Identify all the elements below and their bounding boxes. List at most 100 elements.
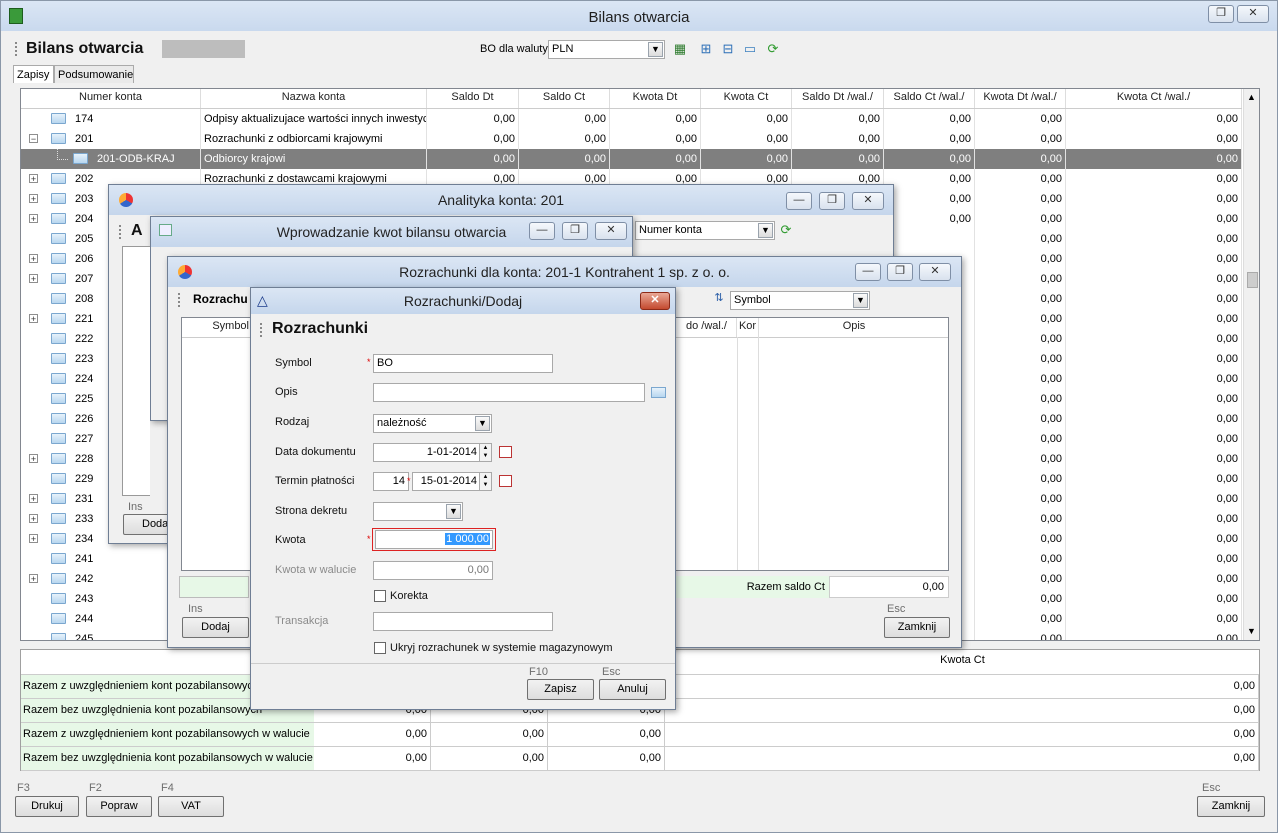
dialog-close-button[interactable]: ✕	[640, 292, 670, 310]
date-spinner[interactable]: ▲ ▼	[479, 473, 491, 490]
col-saldo-dt[interactable]: Saldo Dt	[427, 89, 519, 108]
scroll-up-icon[interactable]: ▲	[1247, 92, 1256, 102]
toolbar-grip[interactable]	[15, 42, 19, 56]
strona-dekretu-select[interactable]: ▼	[373, 502, 463, 521]
col-nazwa-konta[interactable]: Nazwa konta	[201, 89, 427, 108]
refresh-icon[interactable]: ⟳	[778, 222, 794, 238]
minimize-button[interactable]: —	[855, 263, 881, 281]
col-kwota-dt-wal[interactable]: Kwota Dt /wal./	[975, 89, 1066, 108]
expand-icon[interactable]: +	[29, 274, 38, 284]
print-button[interactable]: Drukuj	[15, 796, 79, 817]
refresh-icon[interactable]: ⟳	[765, 41, 781, 57]
col-numer-konta[interactable]: Numer konta	[21, 89, 201, 108]
col-saldo-wal[interactable]: do /wal./	[677, 318, 737, 337]
col-saldo-ct-wal[interactable]: Saldo Ct /wal./	[884, 89, 975, 108]
expand-icon[interactable]: +	[29, 494, 38, 504]
chevron-down-icon: ▼	[446, 504, 461, 519]
termin-date-input[interactable]: 15-01-2014 ▲ ▼	[412, 472, 492, 491]
close-button[interactable]: ✕	[919, 263, 951, 281]
analityka-add-button[interactable]: Dodaj	[123, 514, 171, 535]
currency-select[interactable]: PLN ▼	[548, 40, 665, 59]
comment-icon[interactable]: ▭	[742, 41, 758, 57]
minimize-button[interactable]: —	[529, 222, 555, 240]
scroll-down-icon[interactable]: ▼	[1247, 626, 1256, 636]
cell-value: 0,00	[701, 109, 792, 129]
kwota-input[interactable]: 1 000,00	[375, 530, 493, 549]
rozrachunki-add-button[interactable]: Dodaj	[182, 617, 249, 638]
scroll-thumb[interactable]	[1247, 272, 1258, 288]
folder-icon[interactable]	[651, 387, 666, 398]
data-dokumentu-input[interactable]: 1-01-2014 ▲ ▼	[373, 443, 492, 462]
maximize-button[interactable]: ❐	[819, 192, 845, 210]
col-saldo-ct[interactable]: Saldo Ct	[519, 89, 610, 108]
analityka-titlebar[interactable]: Analityka konta: 201 — ❐ ✕	[109, 185, 893, 215]
cancel-button[interactable]: Anuluj	[599, 679, 666, 700]
cell-value: 0,00	[1066, 249, 1242, 269]
expand-icon[interactable]: +	[29, 314, 38, 324]
maximize-button[interactable]: ❐	[887, 263, 913, 281]
expand-icon[interactable]: +	[29, 254, 38, 264]
rozrachunki-konta-titlebar[interactable]: Rozrachunki dla konta: 201-1 Kontrahent …	[168, 257, 961, 287]
expand-icon[interactable]: +	[29, 514, 38, 524]
dialog-titlebar[interactable]: △ Rozrachunki/Dodaj ✕	[251, 288, 675, 314]
transakcja-input[interactable]	[373, 612, 553, 631]
tree-icon[interactable]: ⊞	[698, 41, 714, 57]
calendar-icon[interactable]	[499, 446, 512, 458]
tree-add-icon[interactable]: ⊟	[720, 41, 736, 57]
cell-value: 0,00	[975, 389, 1066, 409]
collapse-icon[interactable]: −	[29, 134, 38, 144]
close-button[interactable]: ✕	[1237, 5, 1269, 23]
expand-icon[interactable]: +	[29, 534, 38, 544]
grid-scrollbar[interactable]: ▲ ▼	[1243, 89, 1259, 640]
maximize-button[interactable]: ❐	[562, 222, 588, 240]
table-row[interactable]: 201-ODB-KRAJ Odbiorcy krajowi 0,00 0,00 0,00…	[21, 149, 1242, 169]
vat-button[interactable]: VAT	[158, 796, 224, 817]
col-kor[interactable]: Kor	[737, 318, 759, 337]
save-button[interactable]: Zapisz	[527, 679, 594, 700]
analityka-sort-select[interactable]: Numer konta ▼	[635, 221, 775, 240]
col-kwota-dt[interactable]: Kwota Dt	[610, 89, 701, 108]
cell-value: 0,00	[975, 529, 1066, 549]
analityka-grid[interactable]	[122, 246, 150, 496]
main-close-button[interactable]: Zamknij	[1197, 796, 1265, 817]
wprowadzanie-titlebar[interactable]: Wprowadzanie kwot bilansu otwarcia — ❐ ✕	[151, 217, 632, 247]
korekta-checkbox[interactable]	[374, 590, 386, 602]
cell-numer-konta: 201-ODB-KRAJ	[21, 149, 201, 169]
rodzaj-select[interactable]: należność ▼	[373, 414, 492, 433]
col-kwota-ct-wal[interactable]: Kwota Ct /wal./	[1066, 89, 1242, 108]
razem-saldo-value: 0,00	[829, 576, 949, 598]
ukryj-checkbox[interactable]	[374, 642, 386, 654]
col-kwota-ct[interactable]: Kwota Ct	[701, 89, 792, 108]
main-titlebar[interactable]: Bilans otwarcia ❐ ✕	[1, 1, 1277, 31]
folder-icon	[51, 593, 66, 604]
opis-input[interactable]	[373, 383, 645, 402]
kwota-w-walucie-input[interactable]: 0,00	[373, 561, 493, 580]
col-symbol[interactable]: Symbol	[182, 318, 252, 337]
expand-icon[interactable]: +	[29, 194, 38, 204]
cell-value: 0,00	[975, 349, 1066, 369]
table-row[interactable]: −201 Rozrachunki z odbiorcami krajowymi 0,…	[21, 129, 1242, 149]
restore-button[interactable]: ❐	[1208, 5, 1234, 23]
tab-podsumowanie[interactable]: Podsumowanie	[54, 65, 134, 83]
tab-zapisy[interactable]: Zapisy	[13, 65, 54, 83]
expand-icon[interactable]: +	[29, 174, 38, 184]
col-saldo-dt-wal[interactable]: Saldo Dt /wal./	[792, 89, 884, 108]
termin-days-input[interactable]: 14	[373, 472, 409, 491]
edit-button[interactable]: Popraw	[86, 796, 152, 817]
table-row[interactable]: 174 Odpisy aktualizujace wartości innych …	[21, 109, 1242, 129]
expand-icon[interactable]: +	[29, 214, 38, 224]
date-spinner[interactable]: ▲ ▼	[479, 444, 491, 461]
expand-icon[interactable]: +	[29, 574, 38, 584]
rozrachunki-sort-select[interactable]: Symbol ▼	[730, 291, 870, 310]
table-icon[interactable]: ▦	[672, 41, 688, 57]
minimize-button[interactable]: —	[786, 192, 812, 210]
rozrachunki-dodaj-dialog[interactable]: △ Rozrachunki/Dodaj ✕ Rozrachunki Symbol…	[250, 287, 676, 710]
rozrachunki-close-button[interactable]: Zamknij	[884, 617, 950, 638]
symbol-input[interactable]: BO	[373, 354, 553, 373]
close-button[interactable]: ✕	[852, 192, 884, 210]
close-button[interactable]: ✕	[595, 222, 627, 240]
col-opis[interactable]: Opis	[759, 318, 948, 337]
expand-icon[interactable]: +	[29, 454, 38, 464]
sort-icon[interactable]: ⇅	[711, 290, 727, 306]
calendar-icon[interactable]	[499, 475, 512, 487]
